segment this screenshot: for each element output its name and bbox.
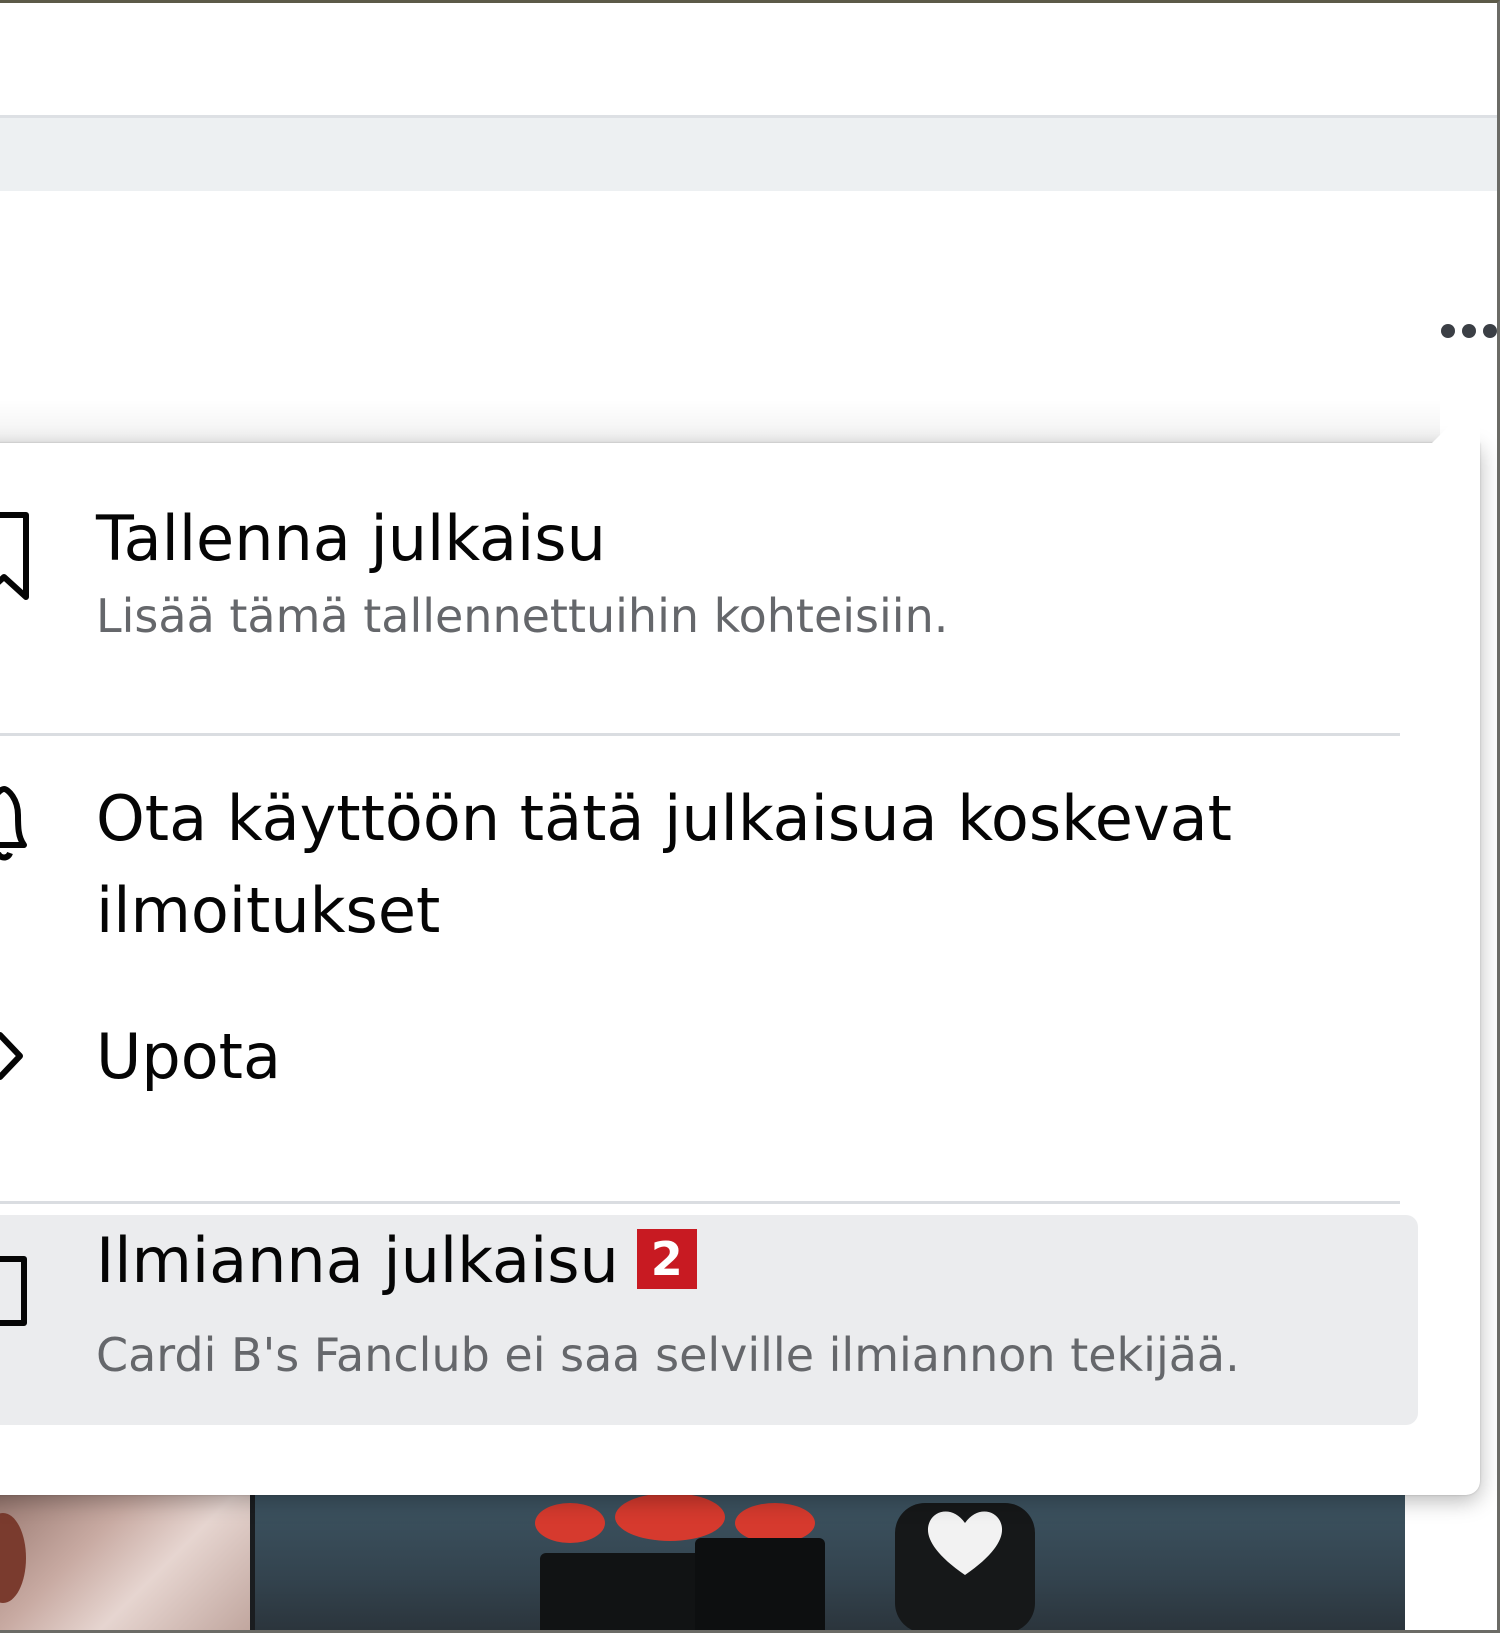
top-bar [0, 3, 1497, 115]
photo-shape [615, 1493, 725, 1541]
feed-header-band [0, 115, 1497, 194]
menu-item-report-post[interactable]: Ilmianna julkaisu 2 Cardi B's Fanclub ei … [0, 1215, 1418, 1425]
menu-item-title: Ota käyttöön tätä julkaisua koskevat ilm… [96, 782, 1232, 947]
more-horizontal-icon-dot [1462, 324, 1476, 338]
step-badge: 2 [636, 1228, 697, 1289]
post-photo-strip[interactable] [0, 1493, 1497, 1630]
browser-window: Tallenna julkaisu Lisää tämä tallennettu… [0, 0, 1500, 1633]
flag-icon [0, 1251, 34, 1331]
photo-shape [540, 1553, 710, 1630]
menu-item-title: Tallenna julkaisu [96, 502, 606, 575]
menu-item-title-text: Ilmianna julkaisu [96, 1224, 619, 1297]
photo-shape [535, 1503, 605, 1543]
menu-item-turn-on-notifications[interactable]: Ota käyttöön tätä julkaisua koskevat ilm… [0, 773, 1418, 963]
menu-item-subtitle: Lisää tämä tallennettuihin kohteisiin. [96, 589, 949, 643]
bookmark-icon [0, 511, 34, 601]
post-photo-left[interactable] [0, 1493, 252, 1630]
photo-shape [0, 1513, 26, 1603]
post-options-menu: Tallenna julkaisu Lisää tämä tallennettu… [0, 395, 1480, 1495]
menu-item-title: Upota [96, 1020, 281, 1093]
menu-shadow [0, 399, 1440, 445]
photo-gap [1405, 1493, 1497, 1630]
post-more-options-button[interactable] [1425, 313, 1497, 349]
more-horizontal-icon [1441, 324, 1455, 338]
more-horizontal-icon-dot [1483, 324, 1497, 338]
menu-divider [0, 1201, 1400, 1204]
menu-item-subtitle: Cardi B's Fanclub ei saa selville ilmian… [96, 1328, 1240, 1382]
photo-shape [735, 1503, 815, 1543]
menu-item-title: Ilmianna julkaisu 2 [96, 1215, 697, 1307]
heart-shape [927, 1511, 1003, 1575]
code-icon [0, 1021, 34, 1091]
menu-item-embed[interactable]: Upota [0, 1011, 1418, 1111]
menu-item-save-post[interactable]: Tallenna julkaisu Lisää tämä tallennettu… [0, 493, 1418, 683]
photo-shape [695, 1538, 825, 1630]
post-photo-main[interactable] [255, 1493, 1413, 1630]
menu-divider [0, 733, 1400, 736]
bell-icon [0, 777, 34, 867]
